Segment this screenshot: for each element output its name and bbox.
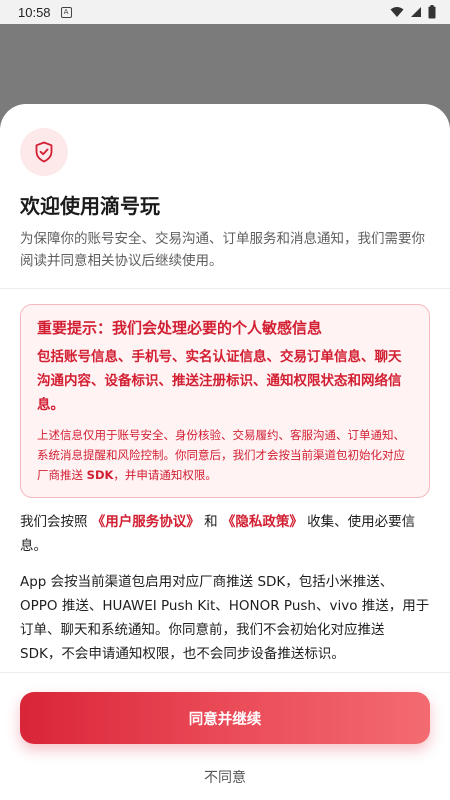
agreement-middle: 和 xyxy=(199,514,222,530)
agreement-prefix: 我们会按照 xyxy=(20,514,92,530)
battery-icon xyxy=(428,5,436,19)
terms-of-service-link[interactable]: 《用户服务协议》 xyxy=(92,514,200,530)
shield-check-icon-badge xyxy=(20,128,68,176)
decline-button[interactable]: 不同意 xyxy=(0,762,450,792)
agree-continue-button[interactable]: 同意并继续 xyxy=(20,692,430,744)
status-time: 10:58 xyxy=(18,4,51,20)
sensitive-info-notice: 重要提示：我们会处理必要的个人敏感信息 包括账号信息、手机号、实名认证信息、交易… xyxy=(20,304,430,498)
consent-bottom-sheet: 欢迎使用滴号玩 为保障你的账号安全、交易沟通、订单服务和消息通知，我们需要你阅读… xyxy=(0,104,450,800)
signal-icon xyxy=(411,7,421,17)
dialog-content: 重要提示：我们会处理必要的个人敏感信息 包括账号信息、手机号、实名认证信息、交易… xyxy=(0,289,450,666)
notice-title: 重要提示：我们会处理必要的个人敏感信息 xyxy=(37,319,323,337)
shield-check-icon xyxy=(35,141,53,163)
wifi-icon xyxy=(390,7,404,17)
notice-small-suffix: ，并申请通知权限。 xyxy=(113,468,217,482)
footer-divider xyxy=(0,672,450,673)
dialog-subtitle: 为保障你的账号安全、交易沟通、订单服务和消息通知，我们需要你阅读并同意相关协议后… xyxy=(20,231,425,269)
notice-bold-text: 包括账号信息、手机号、实名认证信息、交易订单信息、聊天沟通内容、设备标识、推送注… xyxy=(37,349,402,413)
notice-small-sdk: SDK xyxy=(86,468,114,482)
notice-small-text: 上述信息仅用于账号安全、身份核验、交易履约、客服沟通、订单通知、系统消息提醒和风… xyxy=(37,425,413,485)
a-badge-icon: A xyxy=(60,6,72,18)
dialog-header: 欢迎使用滴号玩 为保障你的账号安全、交易沟通、订单服务和消息通知，我们需要你阅读… xyxy=(0,104,450,272)
push-sdk-info: App 会按当前渠道包启用对应厂商推送 SDK，包括小米推送、OPPO 推送、H… xyxy=(20,574,430,662)
dialog-title: 欢迎使用滴号玩 xyxy=(20,194,160,218)
status-icons xyxy=(390,5,436,19)
privacy-policy-link[interactable]: 《隐私政策》 xyxy=(222,514,303,530)
status-bar: 10:58 A xyxy=(0,0,450,24)
agreement-text: 我们会按照 《用户服务协议》 和 《隐私政策》 收集、使用必要信息。 xyxy=(20,510,430,558)
